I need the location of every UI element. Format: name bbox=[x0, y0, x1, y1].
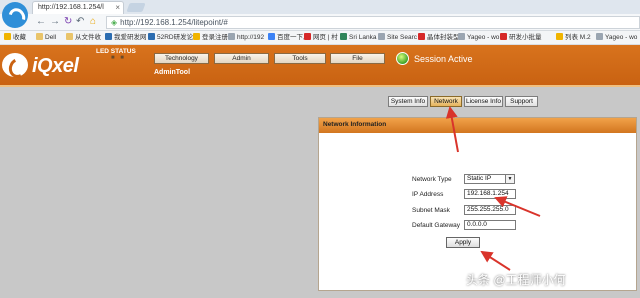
bookmark-icon bbox=[36, 33, 43, 40]
bookmark-label: Site Searc bbox=[387, 34, 417, 41]
bookmark-icon bbox=[4, 33, 11, 40]
address-bar-row: ← → ↻ ↶ ⌂ ◈ http://192.168.1.254/litepoin… bbox=[0, 14, 640, 31]
bookmark-icon bbox=[268, 33, 275, 40]
bookmarks-bar: 收藏 Dell 从文件收 我爱研发网 52RD研发论 登录注册 http://192 百度一下… bbox=[0, 31, 640, 45]
bookmark-label: 网页 | 村 bbox=[313, 34, 338, 41]
chevron-down-icon: ▼ bbox=[505, 175, 514, 183]
url-text: http://192.168.1.254/litepoint/# bbox=[120, 18, 228, 27]
apply-button[interactable]: Apply bbox=[446, 237, 480, 248]
bookmark-label: Yageo - wo bbox=[605, 34, 638, 41]
led-indicators: ■ ■ bbox=[111, 55, 126, 61]
reload-icon[interactable]: ↻ bbox=[64, 16, 72, 28]
bookmark-icon bbox=[500, 33, 507, 40]
nav-file-button[interactable]: File bbox=[330, 53, 385, 64]
bookmark-item[interactable]: 52RD研发论 bbox=[148, 33, 193, 43]
bookmark-item[interactable]: Sri Lanka bbox=[340, 33, 376, 43]
browser-tab[interactable]: http://192.168.1.254/l × bbox=[32, 1, 124, 14]
bookmark-item[interactable]: 列表 M.2 bbox=[556, 33, 591, 43]
bookmark-label: 从文件收 bbox=[75, 34, 101, 41]
tab-license-info[interactable]: License Info bbox=[464, 96, 503, 107]
nav-technology-button[interactable]: Technology bbox=[154, 53, 209, 64]
bookmark-icon bbox=[66, 33, 73, 40]
bookmark-label: 52RD研发论 bbox=[157, 34, 194, 41]
bookmark-item[interactable]: 晶体封装型 bbox=[418, 33, 460, 43]
url-input[interactable]: ◈ http://192.168.1.254/litepoint/# bbox=[106, 16, 640, 29]
session-status-text: Session Active bbox=[414, 54, 473, 64]
bookmark-label: 研发小批量 bbox=[509, 34, 542, 41]
bookmark-item[interactable]: http://192 bbox=[228, 33, 264, 43]
tab-support[interactable]: Support bbox=[505, 96, 538, 107]
bookmark-icon bbox=[228, 33, 235, 40]
app-logo-text: iQxel bbox=[32, 55, 79, 77]
led-status-label: LED STATUS bbox=[96, 48, 136, 55]
shield-icon: ◈ bbox=[111, 18, 118, 27]
bookmark-label: 晶体封装型 bbox=[427, 34, 460, 41]
default-gateway-label: Default Gateway bbox=[412, 222, 461, 229]
bookmark-label: 收藏 bbox=[13, 34, 26, 41]
bookmark-label: http://192 bbox=[237, 34, 265, 41]
network-type-value: Static IP bbox=[467, 175, 492, 182]
panel-title: Network Information bbox=[319, 118, 636, 133]
home-icon[interactable]: ⌂ bbox=[90, 16, 96, 28]
close-icon[interactable]: × bbox=[115, 3, 120, 12]
bookmark-item[interactable]: 网页 | 村 bbox=[304, 33, 338, 43]
network-type-select[interactable]: Static IP ▼ bbox=[464, 174, 515, 184]
subnet-mask-input[interactable]: 255.255.255.0 bbox=[464, 205, 516, 215]
browser-logo-icon bbox=[2, 2, 28, 28]
tab-system-info[interactable]: System Info bbox=[388, 96, 428, 107]
ip-address-label: IP Address bbox=[412, 191, 444, 198]
bookmark-item[interactable]: Dell bbox=[36, 33, 56, 43]
bookmark-icon bbox=[304, 33, 311, 40]
bookmark-icon bbox=[340, 33, 347, 40]
bookmark-label: 我爱研发网 bbox=[114, 34, 147, 41]
bookmark-item[interactable]: 百度一下, bbox=[268, 33, 305, 43]
bookmark-icon bbox=[193, 33, 200, 40]
subnet-mask-label: Subnet Mask bbox=[412, 207, 450, 214]
iqxel-logo-icon bbox=[2, 53, 28, 77]
bookmark-icon bbox=[556, 33, 563, 40]
tab-network[interactable]: Network bbox=[430, 96, 462, 107]
bookmark-item[interactable]: Yageo - wo bbox=[596, 33, 637, 43]
browser-tab-bar: http://192.168.1.254/l × bbox=[0, 0, 640, 14]
ip-address-input[interactable]: 192.168.1.254 bbox=[464, 189, 516, 199]
bookmark-label: Sri Lanka bbox=[349, 34, 377, 41]
bookmark-label: 列表 M.2 bbox=[565, 34, 591, 41]
bookmark-item[interactable]: 研发小批量 bbox=[500, 33, 542, 43]
browser-tab-title: http://192.168.1.254/l bbox=[38, 4, 104, 11]
bookmark-item[interactable]: 我爱研发网 bbox=[105, 33, 147, 43]
bookmark-icon bbox=[596, 33, 603, 40]
bookmark-item[interactable]: 收藏 bbox=[4, 33, 26, 43]
bookmark-label: Yageo - wo bbox=[467, 34, 500, 41]
nav-admin-button[interactable]: Admin bbox=[214, 53, 269, 64]
bookmark-item[interactable]: Site Searc bbox=[378, 33, 417, 43]
network-type-label: Network Type bbox=[412, 176, 452, 183]
admin-tool-label: AdminTool bbox=[154, 69, 191, 76]
bookmark-icon bbox=[458, 33, 465, 40]
forward-arrow-icon[interactable]: → bbox=[50, 16, 60, 28]
bookmark-icon bbox=[418, 33, 425, 40]
bookmark-item[interactable]: 登录注册 bbox=[193, 33, 228, 43]
default-gateway-input[interactable]: 0.0.0.0 bbox=[464, 220, 516, 230]
session-status-icon bbox=[396, 52, 409, 65]
undo-icon[interactable]: ↶ bbox=[76, 16, 84, 28]
bookmark-label: Dell bbox=[45, 34, 57, 41]
bookmark-label: 百度一下, bbox=[277, 34, 305, 41]
network-information-panel: Network Information Network Type Static … bbox=[318, 117, 637, 291]
bookmark-item[interactable]: 从文件收 bbox=[66, 33, 101, 43]
nav-tools-button[interactable]: Tools bbox=[274, 53, 326, 64]
bookmark-label: 登录注册 bbox=[202, 34, 228, 41]
new-tab-button[interactable] bbox=[126, 3, 146, 12]
bookmark-icon bbox=[148, 33, 155, 40]
bookmark-icon bbox=[378, 33, 385, 40]
bookmark-icon bbox=[105, 33, 112, 40]
watermark-text: 头条 @工程师小何 bbox=[466, 273, 566, 287]
back-arrow-icon[interactable]: ← bbox=[36, 16, 46, 28]
bookmark-item[interactable]: Yageo - wo bbox=[458, 33, 499, 43]
